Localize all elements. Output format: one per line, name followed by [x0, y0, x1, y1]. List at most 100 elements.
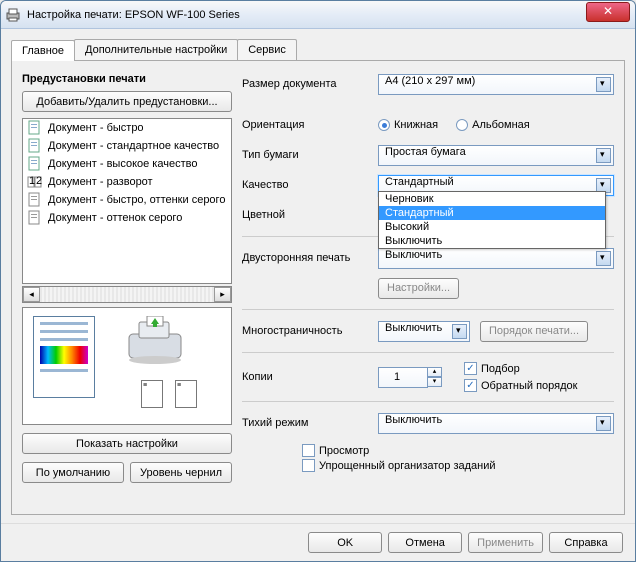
add-remove-presets-button[interactable]: Добавить/Удалить предустановки... [22, 91, 232, 112]
apply-button[interactable]: Применить [468, 532, 543, 553]
preview-label: Просмотр [319, 445, 369, 457]
dialog-footer: OK Отмена Применить Справка [1, 523, 635, 561]
reverse-checkbox[interactable]: Обратный порядок [464, 379, 577, 392]
chevron-down-icon [596, 77, 611, 92]
orientation-portrait-radio[interactable]: Книжная [378, 119, 438, 131]
spinner-down-icon[interactable]: ▾ [427, 377, 442, 387]
preset-hscrollbar[interactable]: ◂ ▸ [22, 286, 232, 303]
tab-bar: Главное Дополнительные настройки Сервис [11, 39, 625, 61]
duplex-label: Двусторонняя печать [242, 252, 378, 264]
presets-title: Предустановки печати [22, 73, 232, 85]
defaults-button[interactable]: По умолчанию [22, 462, 124, 483]
divider [242, 352, 614, 353]
job-arranger-label: Упрощенный организатор заданий [319, 460, 496, 472]
spread-icon: 12 [27, 174, 43, 190]
paper-type-label: Тип бумаги [242, 149, 378, 161]
doc-size-value: A4 (210 x 297 мм) [385, 75, 475, 87]
preset-item[interactable]: 12 Документ - разворот [23, 173, 231, 191]
tab-main[interactable]: Главное [11, 40, 75, 61]
ok-button[interactable]: OK [308, 532, 382, 553]
doc-icon [27, 120, 43, 136]
preview-checkbox[interactable]: Просмотр [302, 444, 614, 457]
chevron-down-icon [596, 148, 611, 163]
quality-label: Качество [242, 179, 378, 191]
window-title: Настройка печати: EPSON WF-100 Series [27, 9, 631, 21]
paper-type-value: Простая бумага [385, 146, 466, 158]
check-icon [302, 459, 315, 472]
quiet-select[interactable]: Выключить [378, 413, 614, 434]
svg-text:2: 2 [36, 175, 42, 187]
chevron-down-icon [452, 324, 467, 339]
cancel-button[interactable]: Отмена [388, 532, 462, 553]
preset-item[interactable]: Документ - быстро [23, 119, 231, 137]
radio-icon [456, 119, 468, 131]
quality-dropdown[interactable]: Черновик Стандартный Высокий Выключить [378, 191, 606, 249]
tab-service[interactable]: Сервис [237, 39, 297, 60]
quality-option[interactable]: Стандартный [379, 206, 605, 220]
orientation-landscape-radio[interactable]: Альбомная [456, 119, 530, 131]
spinner-up-icon[interactable]: ▴ [427, 367, 442, 377]
divider [242, 401, 614, 402]
divider [242, 309, 614, 310]
doc-gray-icon [27, 192, 43, 208]
preset-label: Документ - оттенок серого [48, 212, 182, 224]
preset-list[interactable]: Документ - быстро Документ - стандартное… [22, 118, 232, 284]
titlebar: Настройка печати: EPSON WF-100 Series ✕ [1, 1, 635, 29]
chevron-down-icon [596, 251, 611, 266]
quality-option[interactable]: Высокий [379, 220, 605, 234]
doc-icon [27, 156, 43, 172]
quality-option[interactable]: Выключить [379, 234, 605, 248]
close-button[interactable]: ✕ [586, 2, 630, 22]
duplex-select[interactable]: Выключить [378, 248, 614, 269]
svg-text:1: 1 [29, 175, 35, 187]
printer-icon [5, 7, 21, 23]
copies-label: Копии [242, 371, 378, 383]
ink-levels-button[interactable]: Уровень чернил [130, 462, 232, 483]
preview-page-icon [33, 316, 95, 398]
preview-printer-icon [123, 316, 193, 366]
copies-input[interactable] [378, 367, 428, 388]
quality-value: Стандартный [385, 176, 454, 188]
help-button[interactable]: Справка [549, 532, 623, 553]
doc-size-select[interactable]: A4 (210 x 297 мм) [378, 74, 614, 95]
scroll-left-arrow[interactable]: ◂ [23, 287, 40, 302]
multipage-select[interactable]: Выключить [378, 321, 470, 342]
scroll-right-arrow[interactable]: ▸ [214, 287, 231, 302]
preset-label: Документ - быстро, оттенки серого [48, 194, 225, 206]
doc-gray-icon [27, 210, 43, 226]
color-label: Цветной [242, 209, 378, 221]
doc-size-label: Размер документа [242, 78, 378, 90]
tab-advanced[interactable]: Дополнительные настройки [74, 39, 238, 60]
duplex-settings-button[interactable]: Настройки... [378, 278, 459, 299]
reverse-label: Обратный порядок [481, 380, 577, 392]
quality-option[interactable]: Черновик [379, 192, 605, 206]
scroll-track[interactable] [40, 287, 214, 302]
collate-checkbox[interactable]: Подбор [464, 362, 577, 375]
multipage-label: Многостраничность [242, 325, 378, 337]
paper-type-select[interactable]: Простая бумага [378, 145, 614, 166]
check-icon [464, 362, 477, 375]
quiet-label: Тихий режим [242, 417, 378, 429]
radio-icon [378, 119, 390, 131]
preset-item[interactable]: Документ - оттенок серого [23, 209, 231, 227]
collate-label: Подбор [481, 363, 520, 375]
preset-item[interactable]: Документ - стандартное качество [23, 137, 231, 155]
show-settings-button[interactable]: Показать настройки [22, 433, 232, 454]
chevron-down-icon [596, 416, 611, 431]
preset-label: Документ - высокое качество [48, 158, 197, 170]
preview-reverse-icon: ≡ [175, 380, 197, 408]
job-arranger-checkbox[interactable]: Упрощенный организатор заданий [302, 459, 614, 472]
preset-label: Документ - разворот [48, 176, 153, 188]
copies-spinner[interactable]: ▴▾ [427, 367, 442, 387]
landscape-label: Альбомная [472, 119, 530, 131]
multipage-value: Выключить [385, 322, 442, 334]
doc-icon [27, 138, 43, 154]
page-order-button[interactable]: Порядок печати... [480, 321, 588, 342]
check-icon [302, 444, 315, 457]
preset-item[interactable]: Документ - быстро, оттенки серого [23, 191, 231, 209]
preview-pane: ≡ ≡ [22, 307, 232, 425]
preset-item[interactable]: Документ - высокое качество [23, 155, 231, 173]
orientation-label: Ориентация [242, 119, 378, 131]
duplex-value: Выключить [385, 249, 442, 261]
preset-label: Документ - стандартное качество [48, 140, 219, 152]
